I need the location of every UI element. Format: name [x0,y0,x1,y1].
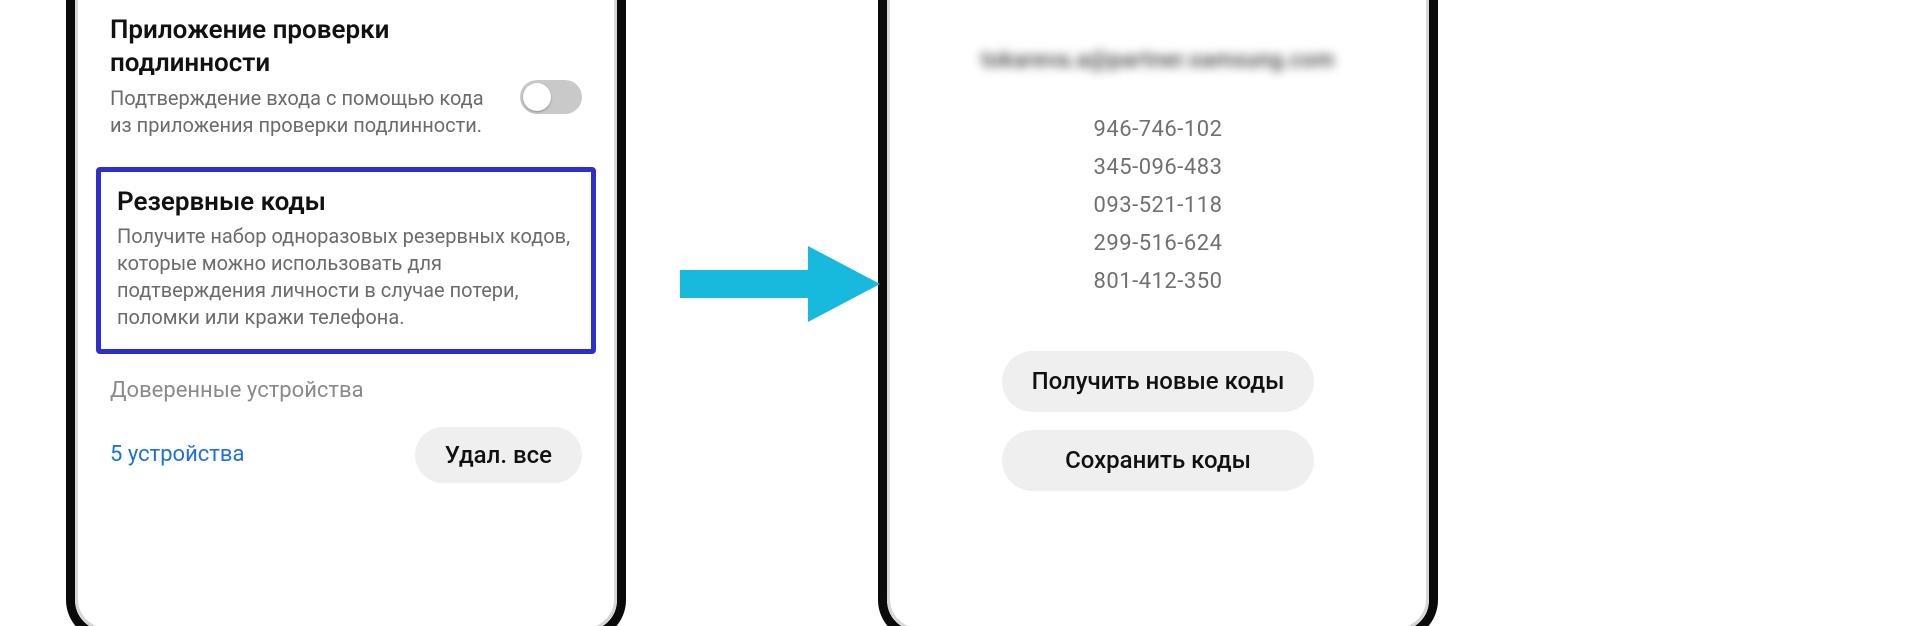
auth-app-title: Приложение проверки подлинности [110,14,502,79]
account-email: tokareva.a@partner.samsung.com [981,48,1335,73]
auth-app-toggle[interactable] [520,80,582,114]
trusted-devices-heading: Доверенные устройства [86,372,606,417]
delete-all-button[interactable]: Удал. все [415,427,582,483]
backup-codes-desc: Получите набор одноразовых резервных код… [117,223,575,331]
backup-code: 093-521-118 [1094,195,1223,217]
codes-list: 946-746-102 345-096-483 093-521-118 299-… [1094,119,1223,309]
backup-codes-screen: tokareva.a@partner.samsung.com 946-746-1… [898,0,1418,626]
auth-app-desc: Подтверждение входа с помощью кода из пр… [110,85,502,139]
toggle-knob-icon [523,83,551,111]
settings-screen: Приложение проверки подлинности Подтверж… [86,0,606,626]
get-new-codes-button[interactable]: Получить новые коды [1002,351,1314,412]
devices-count-link[interactable]: 5 устройства [110,442,244,467]
auth-app-row[interactable]: Приложение проверки подлинности Подтверж… [86,14,606,159]
backup-code: 946-746-102 [1094,119,1223,141]
phone-frame-right: tokareva.a@partner.samsung.com 946-746-1… [878,0,1438,626]
save-codes-button[interactable]: Сохранить коды [1002,430,1314,491]
backup-codes-row[interactable]: Резервные коды Получите набор одноразовы… [96,167,596,354]
trusted-devices-row: 5 устройства Удал. все [86,417,606,483]
backup-code: 801-412-350 [1094,271,1223,293]
backup-codes-title: Резервные коды [117,186,575,219]
backup-code: 299-516-624 [1094,233,1223,255]
arrow-right-icon [680,246,880,322]
backup-code: 345-096-483 [1094,157,1223,179]
phone-frame-left: Приложение проверки подлинности Подтверж… [66,0,626,626]
